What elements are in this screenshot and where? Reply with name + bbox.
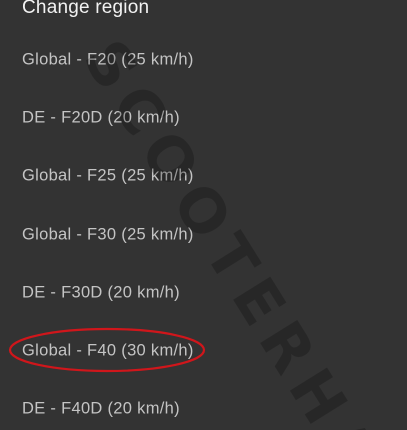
change-region-dialog: Change region Global - F20 (25 km/h) DE … <box>0 0 407 430</box>
region-option-global-f25[interactable]: Global - F25 (25 km/h) <box>0 147 407 205</box>
region-option-label: Global - F20 (25 km/h) <box>22 50 194 69</box>
region-option-global-f30[interactable]: Global - F30 (25 km/h) <box>0 206 407 264</box>
region-option-label: DE - F30D (20 km/h) <box>22 283 180 302</box>
region-option-global-f20[interactable]: Global - F20 (25 km/h) <box>0 31 407 89</box>
region-option-de-f30d[interactable]: DE - F30D (20 km/h) <box>0 264 407 322</box>
region-option-de-f40d[interactable]: DE - F40D (20 km/h) <box>0 380 407 430</box>
region-option-label: Global - F25 (25 km/h) <box>22 166 194 185</box>
region-options-list: Global - F20 (25 km/h) DE - F20D (20 km/… <box>0 0 407 430</box>
region-option-label: Global - F30 (25 km/h) <box>22 225 194 244</box>
region-option-label: Global - F40 (30 km/h) <box>22 341 194 360</box>
region-option-de-f20d[interactable]: DE - F20D (20 km/h) <box>0 89 407 147</box>
region-option-label: DE - F20D (20 km/h) <box>22 108 180 127</box>
region-option-label: DE - F40D (20 km/h) <box>22 399 180 418</box>
region-option-global-f40[interactable]: Global - F40 (30 km/h) <box>0 322 407 380</box>
